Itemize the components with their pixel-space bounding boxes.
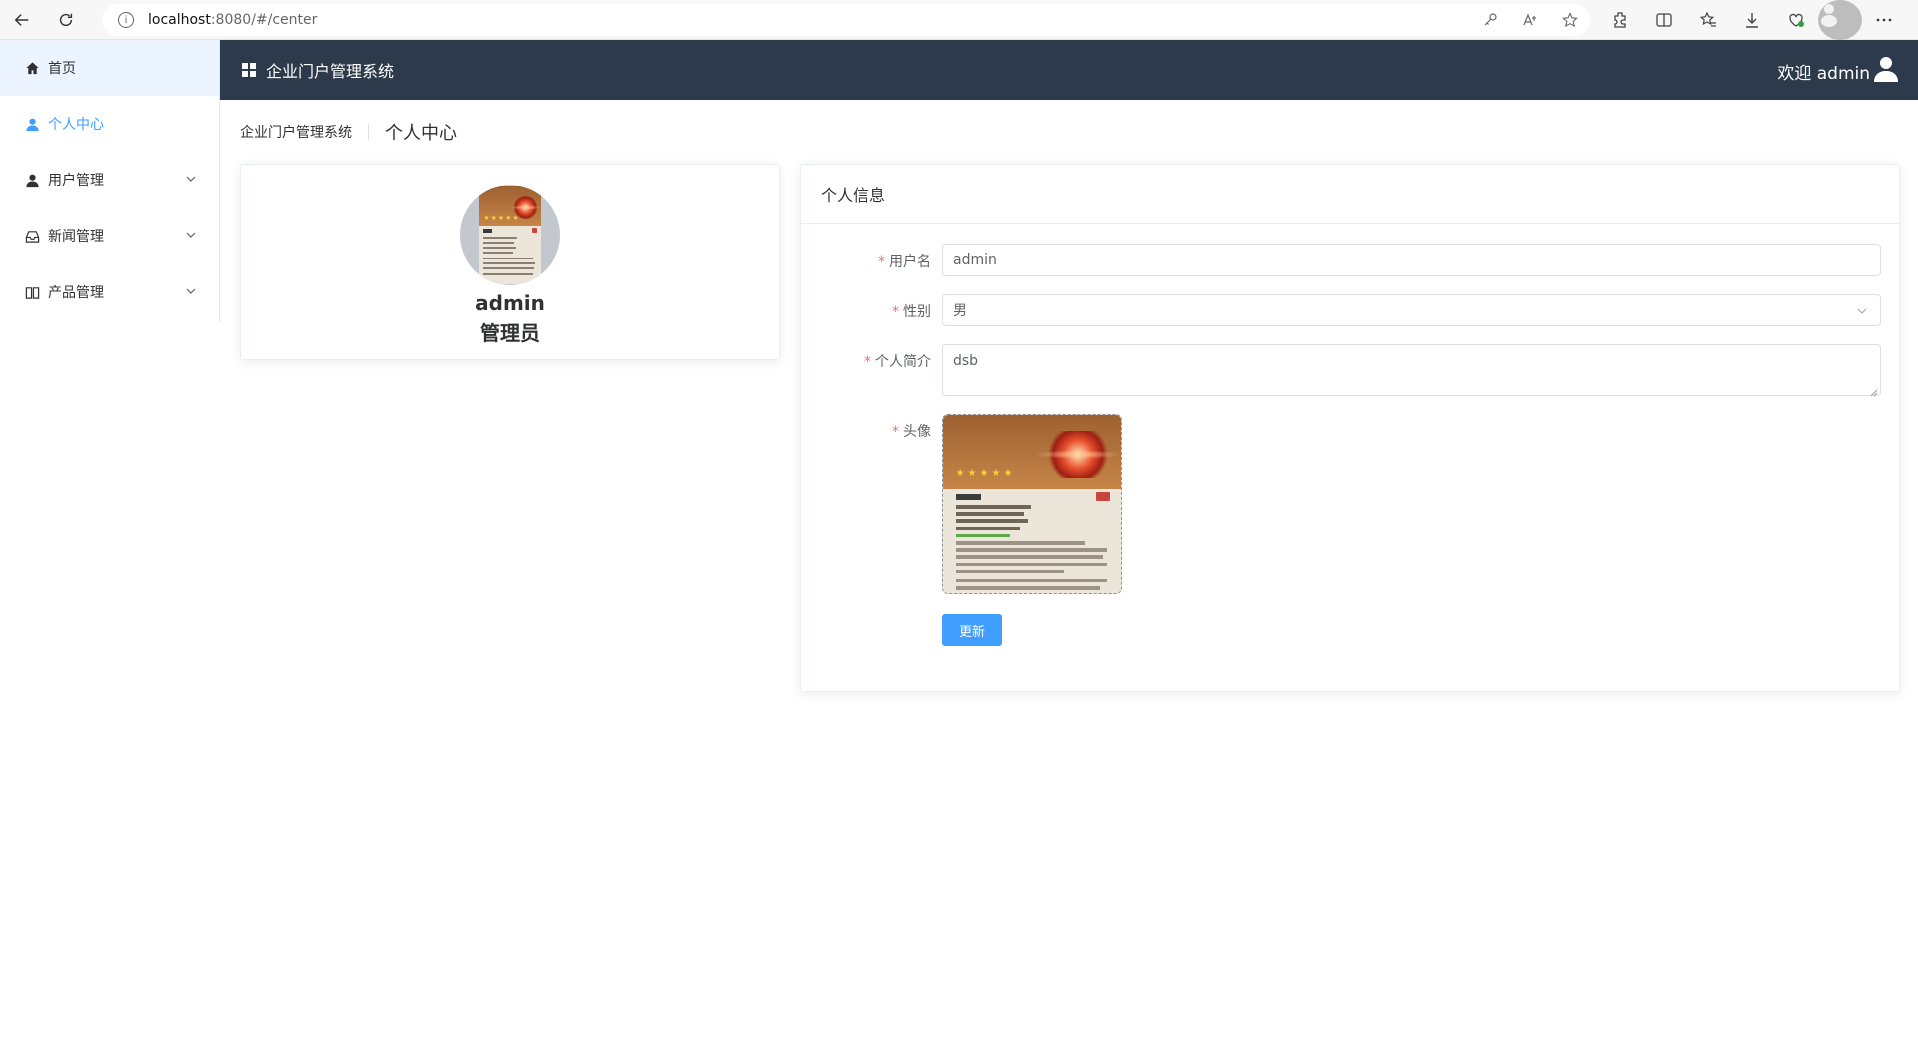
- more-options-icon[interactable]: [1862, 0, 1906, 40]
- breadcrumb-current: 个人中心: [385, 123, 457, 144]
- form-row-username: * 用户名 admin: [801, 244, 1899, 276]
- username-label: * 用户名: [878, 251, 931, 271]
- book-icon: [24, 284, 40, 300]
- bio-label-text: 个人简介: [875, 354, 931, 370]
- url-host: localhost: [148, 12, 211, 28]
- sidebar-item-label: 个人中心: [48, 117, 104, 133]
- url-path: :8080/#/center: [210, 12, 318, 28]
- sidebar-item-label: 首页: [48, 61, 76, 77]
- user-icon[interactable]: [1874, 56, 1898, 82]
- username-label-text: 用户名: [889, 254, 931, 270]
- breadcrumb-root[interactable]: 企业门户管理系统: [240, 122, 352, 142]
- split-screen-icon[interactable]: [1642, 0, 1686, 40]
- required-mark: *: [878, 254, 885, 270]
- sidebar-item-product-management[interactable]: 产品管理: [0, 264, 219, 320]
- reload-icon[interactable]: [44, 0, 88, 40]
- bio-value: dsb: [953, 353, 979, 369]
- avatar-label: * 头像: [892, 421, 931, 441]
- required-mark: *: [892, 424, 899, 440]
- bio-textarea[interactable]: dsb: [942, 344, 1881, 397]
- chevron-down-icon: [185, 173, 197, 185]
- profile-role: 管理员: [480, 321, 540, 345]
- sidebar-item-user-management[interactable]: 用户管理: [0, 152, 219, 208]
- browser-toolbar: i localhost:8080/#/center: [0, 0, 1918, 40]
- favorites-icon[interactable]: [1686, 0, 1730, 40]
- sidebar-item-news-management[interactable]: 新闻管理: [0, 208, 219, 264]
- profile-avatar-icon[interactable]: [1818, 0, 1862, 40]
- sidebar-item-profile-center[interactable]: 个人中心: [0, 96, 219, 152]
- avatar-uploader[interactable]: ★★★★★: [942, 414, 1122, 594]
- read-aloud-icon[interactable]: [1510, 4, 1550, 36]
- form-row-gender: * 性别 男: [801, 294, 1899, 326]
- favorite-star-icon[interactable]: [1550, 4, 1590, 36]
- username-input[interactable]: admin: [942, 244, 1881, 276]
- gender-label: * 性别: [892, 301, 931, 321]
- app-header: 企业门户管理系统 欢迎 admin: [220, 40, 1918, 100]
- profile-name: admin: [475, 291, 545, 315]
- address-actions: [1470, 4, 1590, 36]
- card-heading: 个人信息: [801, 165, 1899, 224]
- resize-handle-icon[interactable]: [1870, 385, 1878, 397]
- download-icon[interactable]: [1730, 0, 1774, 40]
- avatar: ★★★★★: [460, 185, 560, 285]
- extensions-icon[interactable]: [1598, 0, 1642, 40]
- inbox-icon: [24, 228, 40, 244]
- breadcrumb: 企业门户管理系统 个人中心: [240, 120, 457, 144]
- sidebar-item-label: 用户管理: [48, 173, 104, 189]
- personal-info-card: 个人信息 * 用户名 admin * 性别 男 * 个人简介 dsb * 头像 ★★★★…: [800, 164, 1900, 692]
- chevron-down-icon: [1856, 305, 1868, 317]
- bio-label: * 个人简介: [864, 351, 931, 371]
- user-icon: [24, 172, 40, 188]
- browser-essentials-icon[interactable]: [1774, 0, 1818, 40]
- required-mark: *: [864, 354, 871, 370]
- back-icon[interactable]: [0, 0, 44, 40]
- sidebar-item-label: 产品管理: [48, 285, 104, 301]
- required-mark: *: [892, 304, 899, 320]
- chevron-down-icon: [185, 229, 197, 241]
- sidebar-item-home[interactable]: 首页: [0, 40, 219, 96]
- gender-label-text: 性别: [903, 304, 931, 320]
- address-bar[interactable]: i localhost:8080/#/center: [102, 4, 1590, 36]
- address-url: localhost:8080/#/center: [148, 12, 317, 28]
- username-value: admin: [953, 252, 997, 268]
- chevron-down-icon: [185, 285, 197, 297]
- user-icon: [24, 116, 40, 132]
- home-icon: [24, 60, 40, 76]
- browser-tools: [1598, 0, 1906, 40]
- avatar-image: ★★★★★: [479, 186, 541, 284]
- form-row-avatar: * 头像 ★★★★★: [801, 414, 1899, 594]
- gender-select[interactable]: 男: [942, 294, 1881, 326]
- profile-card: ★★★★★ admin 管理员: [240, 164, 780, 360]
- site-info-icon[interactable]: i: [118, 12, 134, 28]
- app-title: 企业门户管理系统: [266, 62, 395, 81]
- avatar-preview-image: ★★★★★: [943, 415, 1121, 593]
- breadcrumb-divider: [368, 124, 369, 140]
- avatar-label-text: 头像: [903, 424, 931, 440]
- form-row-bio: * 个人简介 dsb: [801, 344, 1899, 397]
- sidebar-menu: 首页 个人中心 用户管理 新闻管理 产品管理: [0, 40, 220, 322]
- grid-menu-icon[interactable]: [242, 63, 256, 77]
- gender-value: 男: [953, 303, 967, 319]
- key-icon[interactable]: [1470, 4, 1510, 36]
- sidebar-item-label: 新闻管理: [48, 229, 104, 245]
- update-button[interactable]: 更新: [942, 614, 1002, 646]
- welcome-text[interactable]: 欢迎 admin: [1777, 59, 1870, 84]
